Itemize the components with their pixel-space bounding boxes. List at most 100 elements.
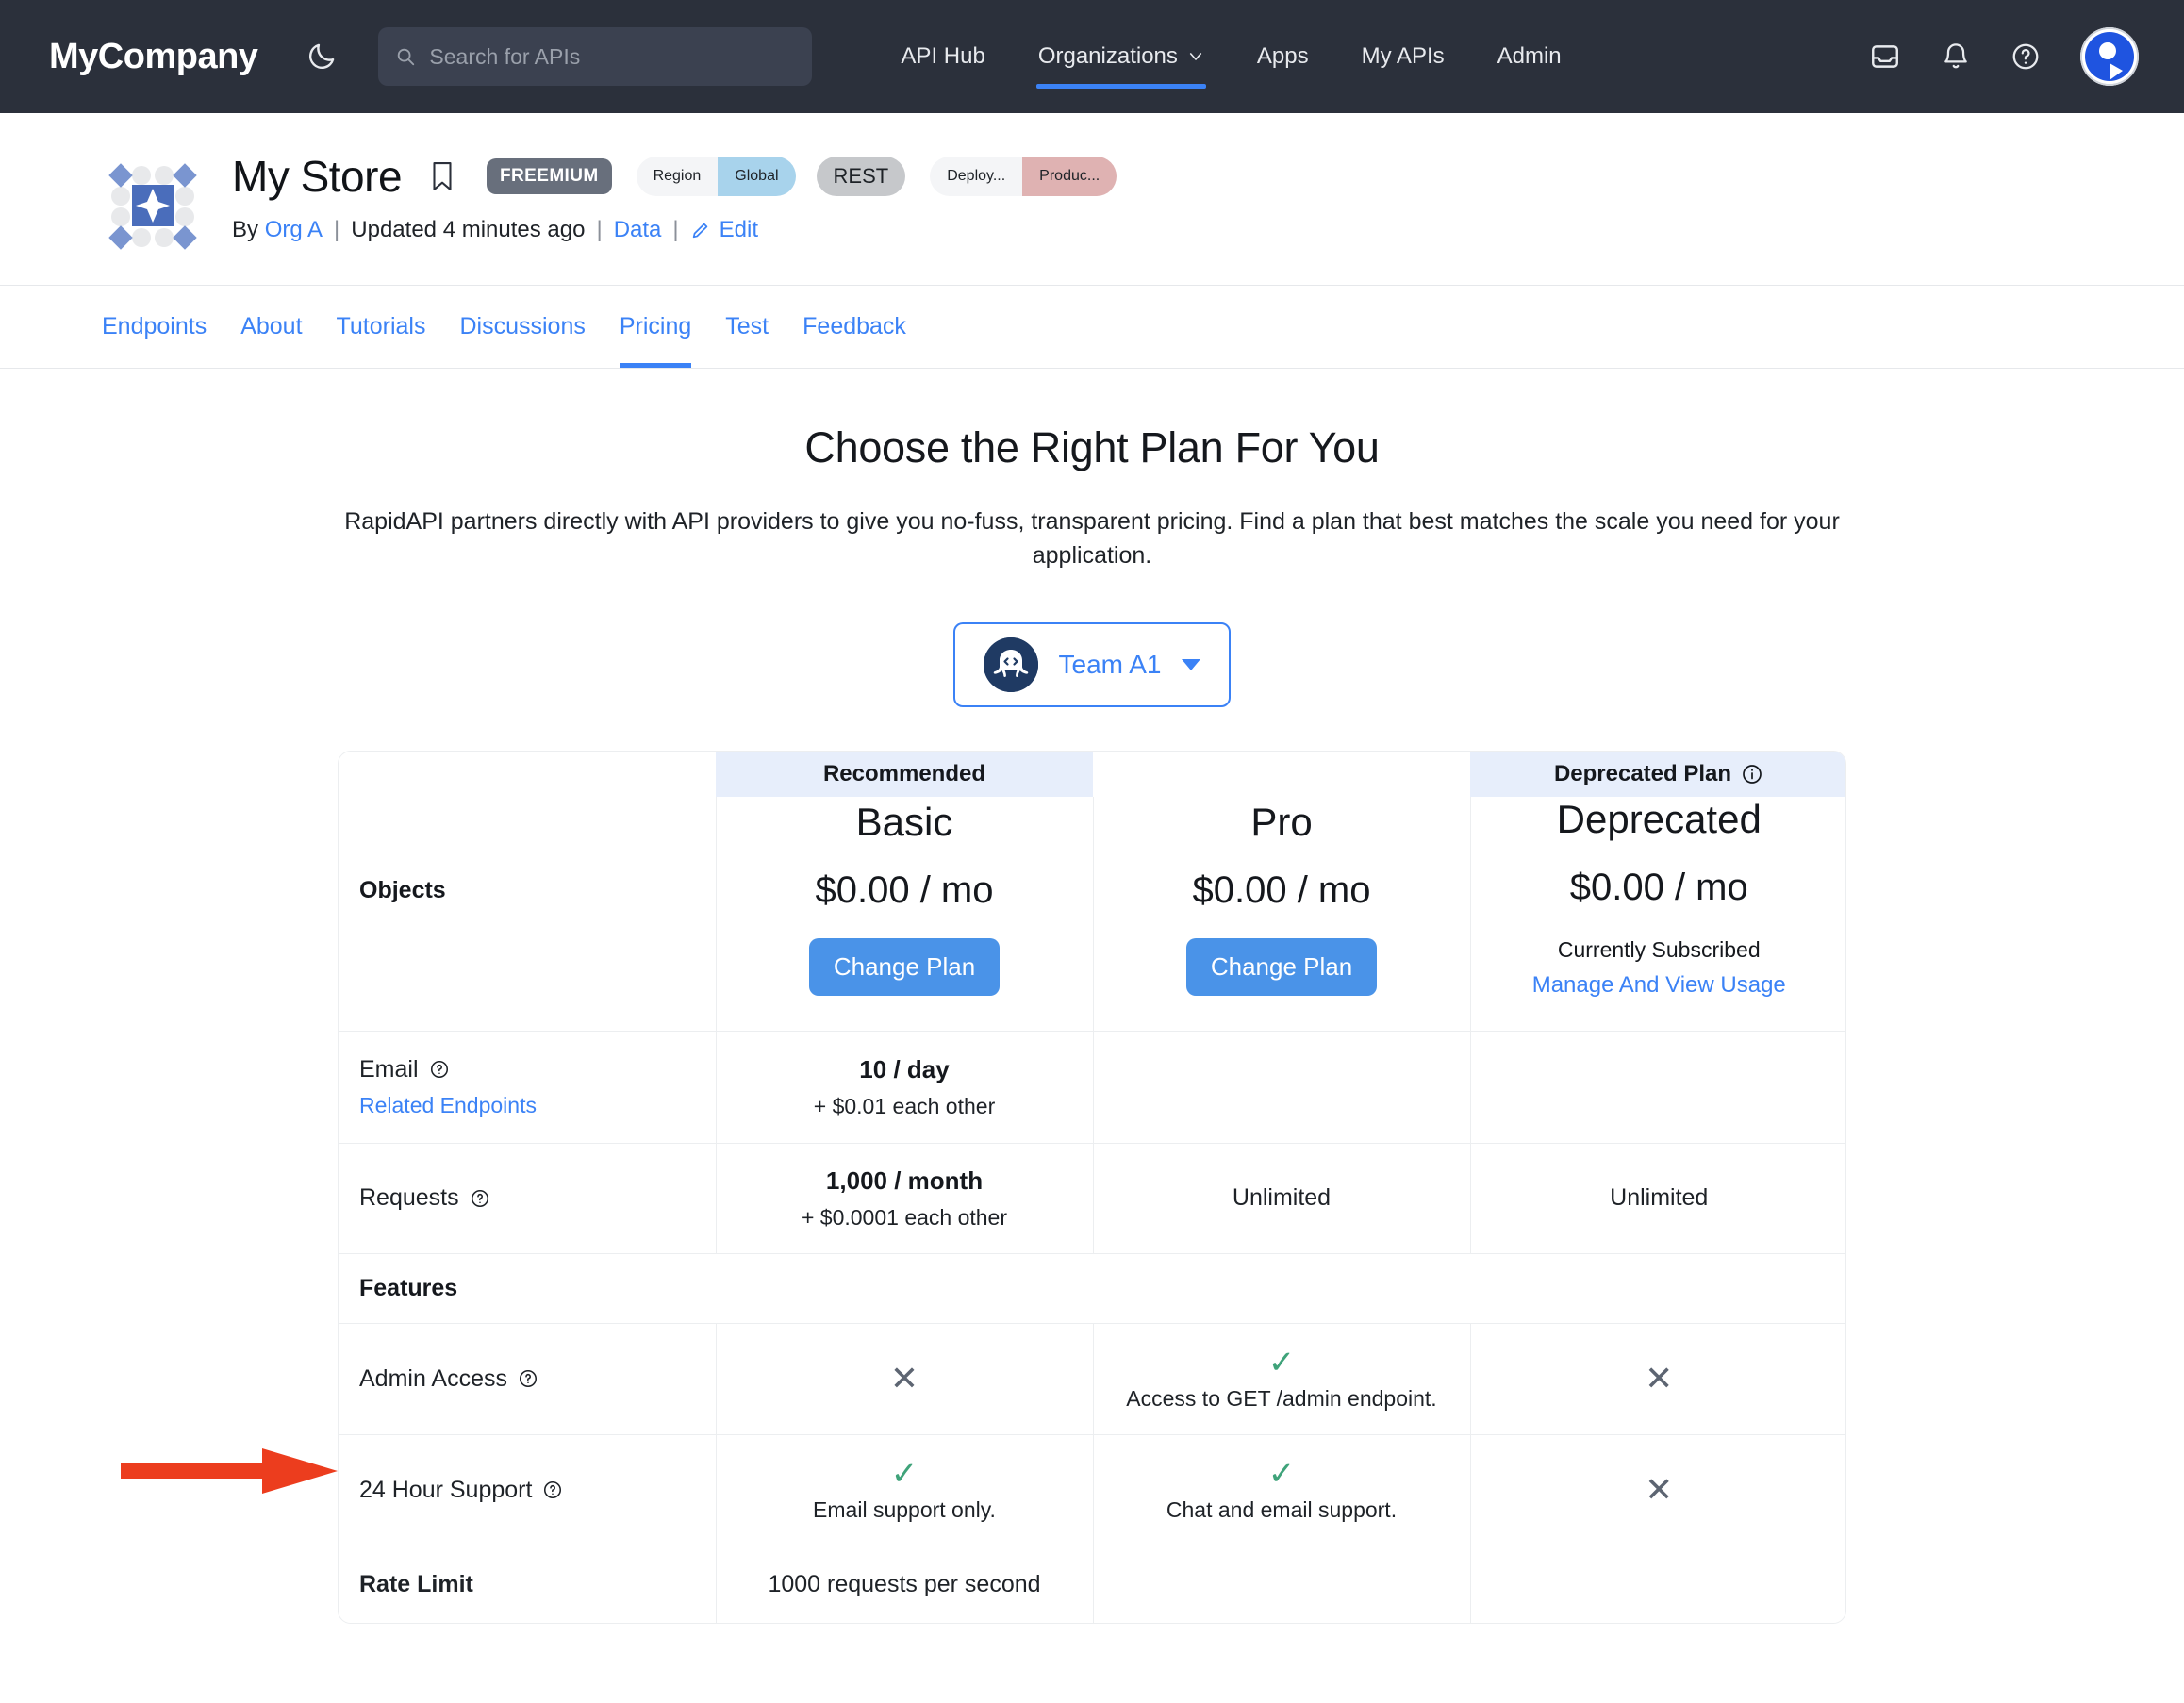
nav-label: Organizations (1037, 43, 1178, 69)
pricing-page: Choose the Right Plan For You RapidAPI p… (0, 369, 2184, 1624)
plan-deprecated: Deprecated $0.00 / mo Currently Subscrib… (1469, 796, 1845, 1031)
section-label: Features (339, 1252, 1845, 1323)
table-row-admin-access: Admin Access ✕ ✓ Access to GET /admin en… (339, 1322, 1845, 1434)
pricing-table: Objects Recommended Deprecated Plan Basi… (339, 751, 1845, 1623)
cross-icon: ✕ (889, 1359, 919, 1397)
related-endpoints-link[interactable]: Related Endpoints (359, 1093, 695, 1118)
nav-label: API Hub (901, 43, 985, 69)
cell-main: Unlimited (1232, 1184, 1332, 1211)
deploy-value: Produc... (1022, 157, 1117, 196)
cell-requests-basic: 1,000 / month + $0.0001 each other (715, 1142, 1093, 1253)
info-icon (544, 1480, 562, 1499)
row-label-text: Rate Limit (359, 1570, 473, 1597)
cell-note: Email support only. (813, 1496, 996, 1522)
edit-link[interactable]: Edit (690, 217, 758, 243)
brand-logo[interactable]: MyCompany (49, 37, 258, 77)
tab-pricing[interactable]: Pricing (619, 286, 692, 368)
row-label-text: Admin Access (359, 1364, 508, 1392)
nav-label: Apps (1256, 43, 1309, 69)
inbox-icon[interactable] (1869, 41, 1901, 73)
user-avatar[interactable] (2080, 27, 2139, 86)
row-label-text: Requests (359, 1184, 459, 1211)
deploy-key: Deploy... (930, 157, 1023, 196)
by-label: By (232, 217, 259, 242)
bell-icon[interactable] (1941, 41, 1971, 72)
cell-admin-basic: ✕ (715, 1322, 1093, 1434)
region-value: Global (718, 157, 796, 196)
tab-about[interactable]: About (240, 286, 302, 368)
table-row-24-hour-support: 24 Hour Support ✓ Email support only. ✓ … (339, 1433, 1845, 1546)
chevron-down-icon (1182, 658, 1201, 670)
nav-item-my-apis[interactable]: My APIs (1335, 0, 1471, 113)
cross-icon: ✕ (1645, 1359, 1674, 1397)
row-label-text: Email (359, 1055, 419, 1083)
table-row-rate-limit: Rate Limit 1000 requests per second (339, 1545, 1845, 1623)
column-header-deprecated: Deprecated Plan (1470, 751, 1845, 797)
change-plan-button-pro[interactable]: Change Plan (1185, 937, 1378, 996)
nav-label: My APIs (1361, 43, 1445, 69)
bookmark-icon[interactable] (428, 160, 456, 192)
row-label-24-hour-support: 24 Hour Support (339, 1433, 716, 1546)
cell-main: 1000 requests per second (768, 1570, 1041, 1597)
change-plan-button-basic[interactable]: Change Plan (808, 937, 1001, 996)
help-circle-icon[interactable] (2010, 41, 2041, 72)
tab-discussions[interactable]: Discussions (459, 286, 585, 368)
tab-tutorials[interactable]: Tutorials (337, 286, 426, 368)
nav-item-admin[interactable]: Admin (1471, 0, 1588, 113)
info-icon (519, 1369, 538, 1388)
cell-main: 10 / day (859, 1054, 950, 1083)
updated-text: Updated 4 minutes ago (351, 217, 586, 242)
nav-icon-group (1869, 27, 2146, 86)
header-label: Recommended (822, 760, 986, 786)
cell-support-deprecated: ✕ (1469, 1433, 1845, 1546)
org-link[interactable]: Org A (265, 217, 323, 243)
tab-label: Test (725, 313, 769, 339)
table-row-requests: Requests 1,000 / month + $0.0001 each ot… (339, 1142, 1845, 1253)
api-header: My Store FREEMIUM Region Global REST Dep… (0, 113, 2184, 286)
manage-usage-link[interactable]: Manage And View Usage (1484, 972, 1835, 999)
tab-label: Tutorials (336, 313, 426, 339)
api-subtitle: By Org A | Updated 4 minutes ago | Data … (232, 217, 1117, 243)
deploy-badge: Deploy... Produc... (930, 157, 1117, 196)
cell-ratelimit-pro (1092, 1545, 1470, 1623)
nav-item-api-hub[interactable]: API Hub (874, 0, 1011, 113)
cell-support-pro: ✓ Chat and email support. (1092, 1433, 1470, 1546)
tab-label: About (240, 313, 303, 339)
tab-endpoints[interactable]: Endpoints (102, 286, 207, 368)
nav-item-apps[interactable]: Apps (1231, 0, 1335, 113)
freemium-badge: FREEMIUM (487, 158, 612, 194)
data-link[interactable]: Data (614, 217, 662, 243)
cell-email-pro (1092, 1030, 1470, 1143)
cell-support-basic: ✓ Email support only. (715, 1433, 1093, 1546)
search-icon (395, 46, 416, 67)
tab-test[interactable]: Test (725, 286, 769, 368)
tab-feedback[interactable]: Feedback (802, 286, 906, 368)
table-section-features: Features (339, 1252, 1845, 1323)
plan-name: Basic (855, 799, 953, 844)
pricing-heading: Choose the Right Plan For You (804, 423, 1380, 471)
check-icon: ✓ (1267, 1344, 1296, 1381)
cross-icon: ✕ (1645, 1470, 1674, 1509)
primary-nav: API Hub Organizations Apps My APIs Admin (874, 0, 1587, 113)
nav-item-organizations[interactable]: Organizations (1012, 0, 1231, 113)
plan-pro: Pro $0.00 / mo Change Plan (1092, 796, 1470, 1031)
api-title-row: My Store FREEMIUM Region Global REST Dep… (232, 155, 1117, 198)
team-name: Team A1 (1058, 649, 1162, 679)
divider: | (334, 217, 340, 242)
api-tabs: Endpoints About Tutorials Discussions Pr… (0, 286, 2184, 369)
tab-label: Pricing (619, 313, 692, 339)
team-selector[interactable]: Team A1 (952, 621, 1232, 707)
plan-price: $0.00 / mo (815, 868, 994, 911)
pricing-description: RapidAPI partners directly with API prov… (344, 508, 1840, 570)
nav-label: Admin (1497, 43, 1562, 69)
search-input[interactable] (429, 43, 796, 70)
check-icon: ✓ (1267, 1455, 1296, 1492)
tab-label: Discussions (459, 313, 586, 339)
table-header-row: Objects Recommended Deprecated Plan (339, 751, 1845, 903)
row-label-text: 24 Hour Support (359, 1476, 533, 1503)
row-label-admin-access: Admin Access (339, 1322, 716, 1434)
divider: | (672, 217, 679, 242)
tab-label: Feedback (802, 313, 906, 339)
moon-icon[interactable] (301, 36, 342, 77)
search-box[interactable] (378, 27, 813, 86)
